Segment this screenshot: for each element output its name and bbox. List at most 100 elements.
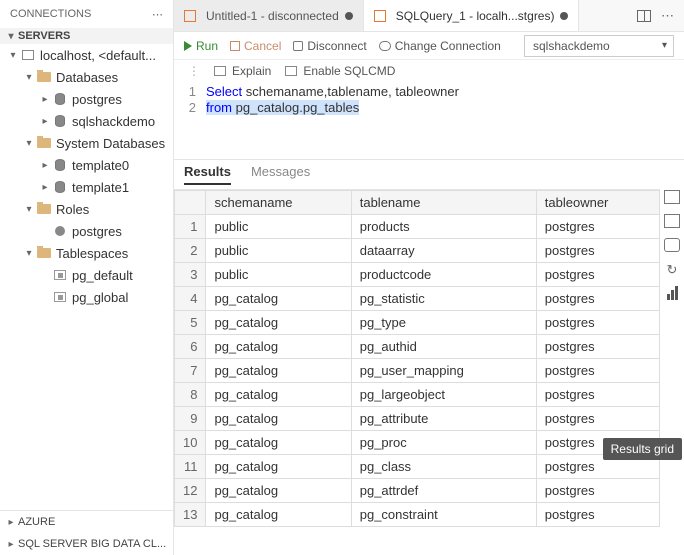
cell[interactable]: postgres: [536, 407, 659, 431]
cell[interactable]: postgres: [536, 263, 659, 287]
table-row[interactable]: 8pg_catalogpg_largeobjectpostgres: [175, 383, 660, 407]
table-row[interactable]: 11pg_catalogpg_classpostgres: [175, 455, 660, 479]
tablespaces-node[interactable]: ▾Tablespaces: [0, 242, 173, 264]
cell[interactable]: pg_catalog: [206, 503, 351, 527]
section-servers[interactable]: ▾ SERVERS: [0, 28, 173, 44]
cancel-button[interactable]: Cancel: [230, 39, 281, 53]
roles-node[interactable]: ▾Roles: [0, 198, 173, 220]
table-row[interactable]: 7pg_catalogpg_user_mappingpostgres: [175, 359, 660, 383]
row-number[interactable]: 10: [175, 431, 206, 455]
column-header[interactable]: schemaname: [206, 191, 351, 215]
cell[interactable]: public: [206, 215, 351, 239]
json-icon[interactable]: [664, 238, 680, 252]
cell[interactable]: postgres: [536, 359, 659, 383]
code-content[interactable]: Select schemaname,tablename, tableowner …: [206, 84, 684, 159]
table-row[interactable]: 9pg_catalogpg_attributepostgres: [175, 407, 660, 431]
cell[interactable]: pg_class: [351, 455, 536, 479]
row-number[interactable]: 2: [175, 239, 206, 263]
sqlcmd-button[interactable]: Enable SQLCMD: [285, 64, 395, 78]
tab-untitled[interactable]: Untitled-1 - disconnected: [174, 0, 364, 31]
cell[interactable]: postgres: [536, 383, 659, 407]
cell[interactable]: postgres: [536, 215, 659, 239]
ts-global[interactable]: pg_global: [0, 286, 173, 308]
cell[interactable]: pg_catalog: [206, 407, 351, 431]
cell[interactable]: pg_proc: [351, 431, 536, 455]
cell[interactable]: productcode: [351, 263, 536, 287]
chart-icon[interactable]: [667, 286, 678, 300]
cell[interactable]: postgres: [536, 335, 659, 359]
db-postgres[interactable]: ▸postgres: [0, 88, 173, 110]
cell[interactable]: pg_largeobject: [351, 383, 536, 407]
refresh-icon[interactable]: ↻: [664, 262, 680, 276]
cell[interactable]: dataarray: [351, 239, 536, 263]
ts-default[interactable]: pg_default: [0, 264, 173, 286]
row-number[interactable]: 12: [175, 479, 206, 503]
more-icon[interactable]: ⋯: [152, 8, 163, 21]
db-template0[interactable]: ▸template0: [0, 154, 173, 176]
section-bigdata[interactable]: ▸SQL SERVER BIG DATA CL...: [0, 533, 173, 555]
tab-results[interactable]: Results: [184, 164, 231, 185]
export-icon[interactable]: [664, 190, 680, 204]
table-row[interactable]: 12pg_catalogpg_attrdefpostgres: [175, 479, 660, 503]
save-icon[interactable]: [664, 214, 680, 228]
sysdb-node[interactable]: ▾System Databases: [0, 132, 173, 154]
cell[interactable]: pg_catalog: [206, 383, 351, 407]
code-editor[interactable]: 1 2 Select schemaname,tablename, tableow…: [174, 82, 684, 160]
row-number[interactable]: 3: [175, 263, 206, 287]
table-row[interactable]: 4pg_catalogpg_statisticpostgres: [175, 287, 660, 311]
section-azure[interactable]: ▸AZURE: [0, 511, 173, 533]
role-postgres[interactable]: postgres: [0, 220, 173, 242]
row-number[interactable]: 11: [175, 455, 206, 479]
db-sqlshackdemo[interactable]: ▸sqlshackdemo: [0, 110, 173, 132]
split-editor-icon[interactable]: [637, 10, 651, 22]
cell[interactable]: postgres: [536, 479, 659, 503]
db-template1[interactable]: ▸template1: [0, 176, 173, 198]
table-row[interactable]: 5pg_catalogpg_typepostgres: [175, 311, 660, 335]
cell[interactable]: pg_catalog: [206, 287, 351, 311]
row-number[interactable]: 6: [175, 335, 206, 359]
row-number[interactable]: 5: [175, 311, 206, 335]
table-row[interactable]: 3publicproductcodepostgres: [175, 263, 660, 287]
cell[interactable]: pg_catalog: [206, 335, 351, 359]
table-row[interactable]: 10pg_catalogpg_procpostgres: [175, 431, 660, 455]
connection-dropdown[interactable]: sqlshackdemo: [524, 35, 674, 57]
table-row[interactable]: 2publicdataarraypostgres: [175, 239, 660, 263]
cell[interactable]: products: [351, 215, 536, 239]
cell[interactable]: postgres: [536, 311, 659, 335]
row-number[interactable]: 1: [175, 215, 206, 239]
cell[interactable]: pg_catalog: [206, 311, 351, 335]
cell[interactable]: pg_statistic: [351, 287, 536, 311]
cell[interactable]: pg_authid: [351, 335, 536, 359]
cell[interactable]: pg_attribute: [351, 407, 536, 431]
table-row[interactable]: 6pg_catalogpg_authidpostgres: [175, 335, 660, 359]
cell[interactable]: pg_attrdef: [351, 479, 536, 503]
table-row[interactable]: 1publicproductspostgres: [175, 215, 660, 239]
cell[interactable]: pg_catalog: [206, 479, 351, 503]
run-button[interactable]: Run: [184, 39, 218, 53]
column-header[interactable]: tableowner: [536, 191, 659, 215]
results-grid[interactable]: schemanametablenametableowner 1publicpro…: [174, 190, 660, 555]
more-icon[interactable]: ⋯: [661, 8, 674, 24]
cell[interactable]: public: [206, 263, 351, 287]
tab-messages[interactable]: Messages: [251, 164, 310, 185]
disconnect-button[interactable]: Disconnect: [293, 39, 366, 53]
row-number[interactable]: 9: [175, 407, 206, 431]
column-header[interactable]: tablename: [351, 191, 536, 215]
row-number[interactable]: 13: [175, 503, 206, 527]
cell[interactable]: pg_catalog: [206, 455, 351, 479]
explain-button[interactable]: Explain: [214, 64, 271, 78]
cell[interactable]: postgres: [536, 503, 659, 527]
cell[interactable]: postgres: [536, 287, 659, 311]
cell[interactable]: public: [206, 239, 351, 263]
row-number[interactable]: 4: [175, 287, 206, 311]
cell[interactable]: pg_type: [351, 311, 536, 335]
row-number[interactable]: 7: [175, 359, 206, 383]
row-number[interactable]: 8: [175, 383, 206, 407]
cell[interactable]: pg_constraint: [351, 503, 536, 527]
cell[interactable]: pg_user_mapping: [351, 359, 536, 383]
tab-sqlquery[interactable]: SQLQuery_1 - localh...stgres): [364, 0, 580, 31]
databases-node[interactable]: ▾Databases: [0, 66, 173, 88]
cell[interactable]: pg_catalog: [206, 431, 351, 455]
cell[interactable]: postgres: [536, 239, 659, 263]
change-connection-button[interactable]: Change Connection: [379, 39, 501, 53]
